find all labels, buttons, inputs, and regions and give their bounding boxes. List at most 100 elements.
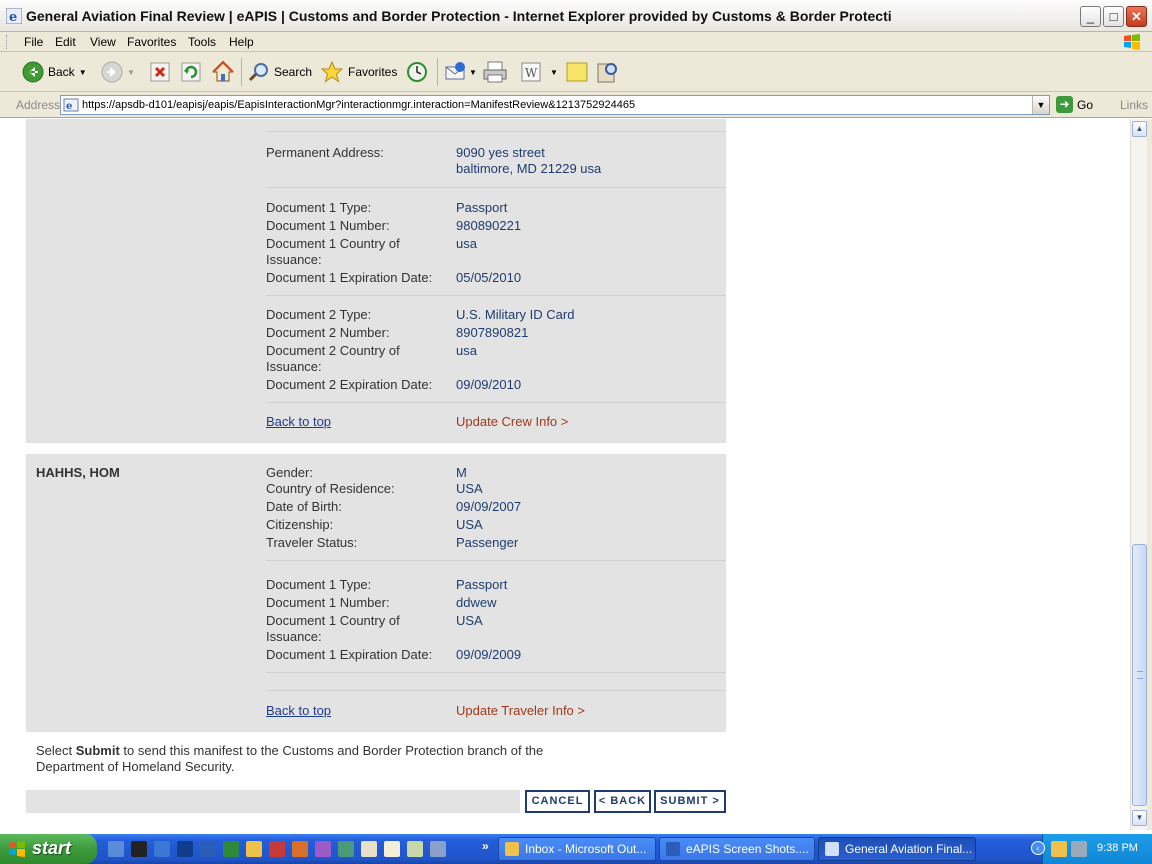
minimize-button[interactable]: _ — [1080, 6, 1101, 27]
quicklaunch-overflow-icon[interactable]: » — [482, 839, 489, 853]
forward-dropdown-icon[interactable]: ▼ — [127, 68, 135, 77]
task-general-aviation[interactable]: General Aviation Final... — [818, 837, 976, 861]
doc2-type-label: Document 2 Type: — [266, 307, 372, 322]
doc2-type-value: U.S. Military ID Card — [456, 307, 575, 322]
traveler-doc1-country-label-2: Issuance: — [266, 629, 322, 644]
task-inbox[interactable]: Inbox - Microsoft Out... — [498, 837, 656, 861]
start-button[interactable]: start — [0, 834, 97, 864]
dob-value: 09/09/2007 — [456, 499, 522, 514]
gender-label: Gender: — [266, 465, 313, 480]
menu-tools[interactable]: Tools — [188, 35, 216, 49]
word-edit-icon[interactable]: W — [521, 62, 541, 82]
residence-value: USA — [456, 481, 483, 496]
tray-expand-icon[interactable]: ‹ — [1031, 841, 1045, 855]
print-icon[interactable] — [482, 60, 508, 84]
tray-clock-icon[interactable] — [1051, 841, 1067, 857]
cancel-button[interactable]: CANCEL — [525, 790, 590, 813]
go-button[interactable]: ➜ Go — [1056, 96, 1093, 113]
close-button[interactable]: ✕ — [1126, 6, 1147, 27]
forward-arrow-icon — [101, 61, 123, 83]
mail-icon[interactable] — [444, 61, 468, 83]
traveler-doc1-number-label: Document 1 Number: — [266, 595, 390, 610]
links-button[interactable]: Links — [1120, 98, 1148, 112]
traveler-doc1-number-value: ddwew — [456, 595, 497, 610]
task-label: eAPIS Screen Shots.... — [686, 842, 809, 856]
window-title: General Aviation Final Review | eAPIS | … — [26, 8, 892, 24]
quicklaunch-ie-icon[interactable] — [108, 841, 124, 857]
quicklaunch-tool-icon[interactable] — [361, 841, 377, 857]
doc1-number-label: Document 1 Number: — [266, 218, 390, 233]
forward-button[interactable]: ▼ — [101, 60, 135, 84]
maximize-button[interactable]: □ — [1103, 6, 1124, 27]
vertical-scrollbar[interactable]: ▲ ▼ — [1130, 119, 1147, 830]
quicklaunch-onenote-icon[interactable] — [315, 841, 331, 857]
quicklaunch-browser-icon[interactable] — [154, 841, 170, 857]
menu-favorites[interactable]: Favorites — [127, 35, 176, 49]
quicklaunch-editor-icon[interactable] — [177, 841, 193, 857]
favorites-button[interactable]: Favorites — [320, 60, 397, 84]
system-clock: 9:38 PM — [1097, 842, 1138, 854]
scroll-down-icon[interactable]: ▼ — [1132, 810, 1147, 826]
quicklaunch-cmd-icon[interactable] — [131, 841, 147, 857]
edit-dropdown-icon[interactable]: ▼ — [550, 68, 558, 77]
quicklaunch-word-icon[interactable] — [200, 841, 216, 857]
doc1-country-value: usa — [456, 236, 477, 251]
quicklaunch-outlook-icon[interactable] — [246, 841, 262, 857]
page-icon: e — [63, 98, 79, 112]
menu-help[interactable]: Help — [229, 35, 254, 49]
doc2-exp-label: Document 2 Expiration Date: — [266, 377, 433, 392]
traveler-panel: HAHHS, HOM Gender: M Country of Residenc… — [26, 454, 726, 732]
toolbar: Back ▼ ▼ Search Favorites ▼ W ▼ — [0, 52, 1152, 92]
outlook-icon — [505, 842, 519, 856]
divider — [266, 295, 726, 296]
instructions-pre: Select — [36, 743, 76, 758]
mail-dropdown-icon[interactable]: ▼ — [469, 68, 477, 77]
history-icon[interactable] — [405, 60, 429, 84]
scroll-up-icon[interactable]: ▲ — [1132, 121, 1147, 137]
back-dropdown-icon[interactable]: ▼ — [79, 68, 87, 77]
address-dropdown-icon[interactable]: ▼ — [1032, 96, 1049, 114]
traveler-doc1-country-value: USA — [456, 613, 483, 628]
divider — [266, 402, 726, 403]
back-label: Back — [48, 65, 75, 79]
menu-bar: File Edit View Favorites Tools Help — [0, 32, 1152, 52]
back-button[interactable]: Back ▼ — [22, 60, 87, 84]
menu-view[interactable]: View — [90, 35, 116, 49]
quicklaunch-folder-icon[interactable] — [430, 841, 446, 857]
update-traveler-info-link[interactable]: Update Traveler Info > — [456, 703, 585, 719]
start-label: start — [32, 838, 72, 858]
quicklaunch-powerpoint-icon[interactable] — [292, 841, 308, 857]
crew-panel: Permanent Address: 9090 yes street balti… — [26, 119, 726, 443]
address-input[interactable]: e https://apsdb-d101/eapisj/eapis/EapisI… — [60, 95, 1050, 115]
back-form-button[interactable]: < BACK — [594, 790, 651, 813]
refresh-icon[interactable] — [181, 62, 201, 82]
quicklaunch-pdf-icon[interactable] — [269, 841, 285, 857]
traveler-doc1-country-label: Document 1 Country of — [266, 613, 400, 628]
toolbar-separator — [437, 58, 438, 86]
task-eapis-screenshots[interactable]: eAPIS Screen Shots.... — [659, 837, 815, 861]
search-button[interactable]: Search — [248, 60, 312, 84]
svg-text:W: W — [525, 66, 538, 80]
back-arrow-icon — [22, 61, 44, 83]
quicklaunch-project-icon[interactable] — [338, 841, 354, 857]
favorites-label: Favorites — [348, 65, 398, 79]
submit-button[interactable]: SUBMIT > — [654, 790, 726, 813]
update-crew-info-link[interactable]: Update Crew Info > — [456, 414, 568, 430]
crew-back-to-top-link[interactable]: Back to top — [266, 414, 331, 430]
scroll-thumb[interactable] — [1132, 544, 1147, 806]
stop-icon[interactable] — [150, 62, 170, 82]
tray-network-icon[interactable] — [1071, 841, 1087, 857]
toolbar-separator — [241, 58, 242, 86]
divider — [266, 187, 726, 188]
traveler-back-to-top-link[interactable]: Back to top — [266, 703, 331, 719]
discuss-icon[interactable] — [566, 61, 588, 83]
doc1-country-label-2: Issuance: — [266, 252, 322, 267]
research-icon[interactable] — [596, 60, 620, 84]
quicklaunch-excel-icon[interactable] — [223, 841, 239, 857]
menu-file[interactable]: File — [24, 35, 43, 49]
quicklaunch-mail-icon[interactable] — [384, 841, 400, 857]
quicklaunch-book-icon[interactable] — [407, 841, 423, 857]
menu-edit[interactable]: Edit — [55, 35, 76, 49]
home-icon[interactable] — [211, 60, 235, 84]
divider — [266, 131, 726, 132]
